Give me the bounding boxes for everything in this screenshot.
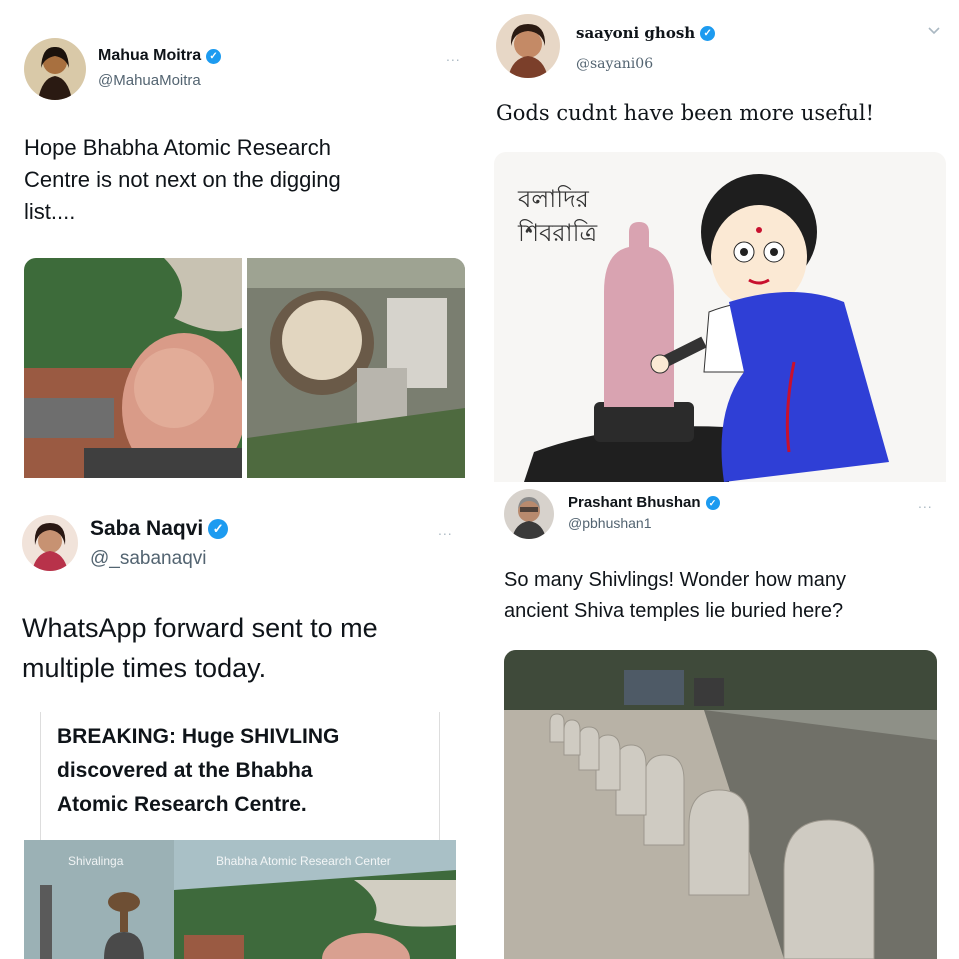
avatar[interactable] <box>496 14 560 78</box>
author-name[interactable]: Saba Naqvi ✓ <box>90 517 229 541</box>
author-handle[interactable]: @pbhushan1 <box>568 515 652 531</box>
author-name-text[interactable]: saayoni ghosh <box>576 24 695 42</box>
author-name-text[interactable]: Mahua Moitra <box>98 47 201 65</box>
verified-badge-icon: ✓ <box>208 519 229 539</box>
image-label-barc: Bhabha Atomic Research Center <box>216 854 391 868</box>
avatar[interactable] <box>22 515 78 571</box>
tweet-text: Gods cudnt have been more useful! <box>496 101 875 125</box>
tweet-image-cartoon[interactable]: বলাদির শিবরাত্রি <box>494 152 946 482</box>
tweet-image-shivling-barc[interactable]: Shivalinga Bhabha Atomic Research Center <box>24 840 456 959</box>
tweet-text: WhatsApp forward sent to me multiple tim… <box>22 613 378 683</box>
tweet-saayoni-ghosh: saayoni ghosh ✓ @sayani06 Gods cudnt hav… <box>480 0 959 485</box>
breaking-headline: BREAKING: Huge SHIVLING discovered at th… <box>57 725 340 816</box>
tweet-text: So many Shivlings! Wonder how many ancie… <box>504 569 847 622</box>
author-name[interactable]: Prashant Bhushan ✓ <box>568 494 720 511</box>
verified-badge-icon: ✓ <box>700 25 716 41</box>
image-caption-bengali: বলাদির শিবরাত্রি <box>518 185 598 247</box>
tweet-saba-naqvi: Saba Naqvi ✓ @_sabanaqvi ... WhatsApp fo… <box>0 490 480 959</box>
author-name-text[interactable]: Saba Naqvi <box>90 517 203 541</box>
author-name[interactable]: Mahua Moitra ✓ <box>98 47 222 65</box>
verified-badge-icon: ✓ <box>206 48 222 64</box>
tweet-text: Hope Bhabha Atomic Research Centre is no… <box>24 135 341 224</box>
author-handle[interactable]: @MahuaMoitra <box>98 72 201 89</box>
avatar[interactable] <box>24 38 86 100</box>
image-label-shivalinga: Shivalinga <box>68 854 124 868</box>
author-name-text[interactable]: Prashant Bhushan <box>568 494 701 511</box>
tweet-image-right[interactable] <box>247 258 465 478</box>
tweet-image-bollards[interactable] <box>504 650 937 959</box>
tweet-mahua-moitra: Mahua Moitra ✓ @MahuaMoitra ... Hope Bha… <box>0 0 480 490</box>
more-icon[interactable]: ... <box>438 522 453 538</box>
tweet-prashant-bhushan: Prashant Bhushan ✓ @pbhushan1 ... So man… <box>484 485 959 959</box>
more-icon[interactable]: ... <box>918 495 933 511</box>
author-name[interactable]: saayoni ghosh ✓ <box>576 24 716 42</box>
more-icon[interactable]: ... <box>446 48 461 64</box>
author-handle[interactable]: @_sabanaqvi <box>90 548 206 570</box>
author-handle[interactable]: @sayani06 <box>576 56 653 72</box>
tweet-image-left[interactable] <box>24 258 242 478</box>
chevron-down-icon[interactable] <box>926 22 942 38</box>
verified-badge-icon: ✓ <box>705 495 720 510</box>
avatar[interactable] <box>504 489 554 539</box>
breaking-card[interactable]: BREAKING: Huge SHIVLING discovered at th… <box>40 712 440 840</box>
